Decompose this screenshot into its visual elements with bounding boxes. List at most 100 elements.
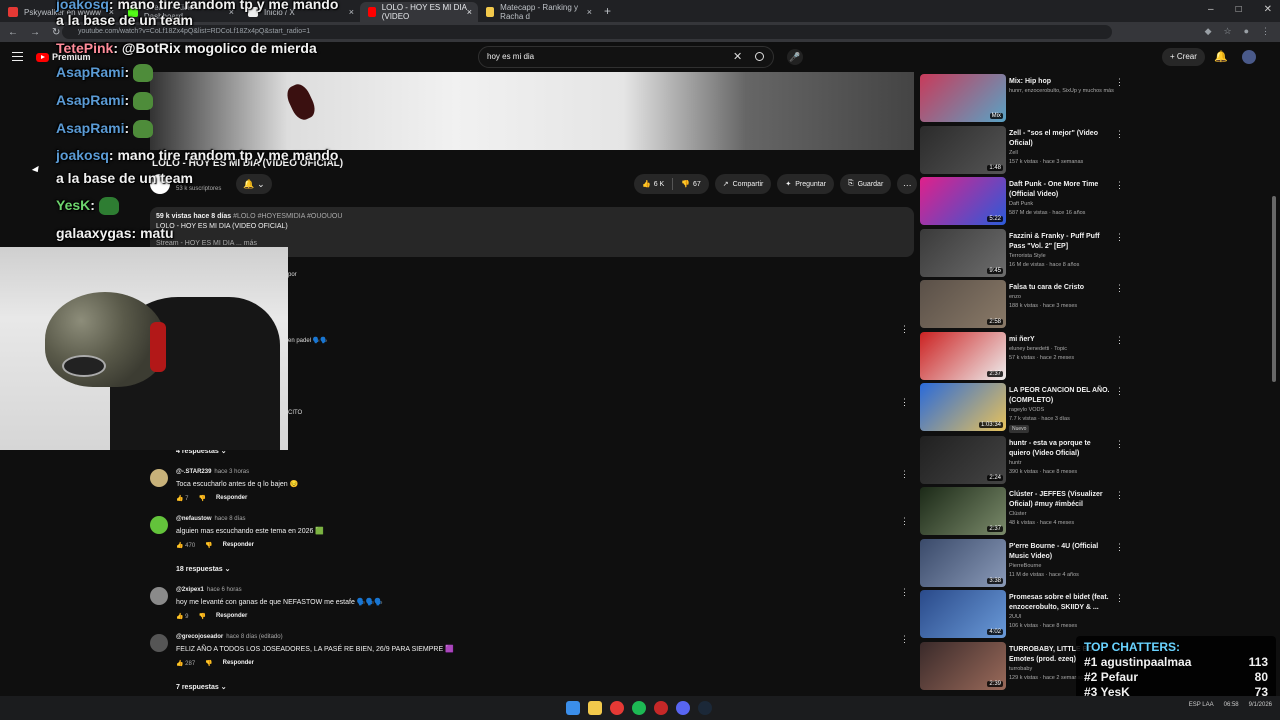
video-thumbnail[interactable]: 2:58 xyxy=(920,280,1006,328)
search-input[interactable]: hoy es mi dia xyxy=(487,52,534,61)
recommended-video[interactable]: 1:03:34 LA PEOR CANCION DEL AÑO. (COMPLET… xyxy=(920,383,1130,433)
search-icon[interactable] xyxy=(755,52,764,61)
video-menu-icon[interactable]: ⋮ xyxy=(1115,232,1124,243)
recommended-video[interactable]: 5:22 Daft Punk - One More Time (Official … xyxy=(920,177,1130,227)
clock-time[interactable]: 06:58 xyxy=(1224,702,1239,708)
video-menu-icon[interactable]: ⋮ xyxy=(1115,335,1124,346)
commenter-avatar[interactable] xyxy=(150,587,168,605)
reply-button[interactable]: Responder xyxy=(216,495,247,502)
comment-dislike-button[interactable]: 👎 xyxy=(205,660,212,667)
video-thumbnail[interactable]: 3:38 xyxy=(920,539,1006,587)
video-menu-icon[interactable]: ⋮ xyxy=(1115,283,1124,294)
video-menu-icon[interactable]: ⋮ xyxy=(1115,77,1124,88)
page-scrollbar[interactable] xyxy=(1272,196,1276,382)
comment-menu-icon[interactable]: ⋮ xyxy=(900,516,909,527)
search-box[interactable]: hoy es mi dia ✕ xyxy=(478,46,774,68)
channel-name[interactable]: Zell xyxy=(1009,150,1018,156)
video-thumbnail[interactable]: 5:22 xyxy=(920,177,1006,225)
browser-tab-active[interactable]: LOLO - HOY ES MI DIA (VIDEO × xyxy=(360,2,478,22)
recommended-video[interactable]: 2:24 huntr - esta va porque te quiero (Vi… xyxy=(920,436,1130,486)
chrome-icon[interactable] xyxy=(610,701,624,715)
extension-icon[interactable]: ◆ xyxy=(1205,26,1212,37)
channel-name[interactable]: huntr xyxy=(1009,460,1022,466)
hashtags[interactable]: #LOLO #HOYESMIDIA #OUOUOU xyxy=(233,213,342,220)
video-thumbnail[interactable]: Mix xyxy=(920,74,1006,122)
discord-icon[interactable] xyxy=(676,701,690,715)
comment-like-button[interactable]: 👍 7 xyxy=(176,495,188,502)
channel-name[interactable]: rageylo VODS xyxy=(1009,407,1044,413)
comment-dislike-button[interactable]: 👎 xyxy=(205,542,212,549)
comment-author[interactable]: @-.STAR239 xyxy=(176,469,211,475)
comment-like-button[interactable]: 👍 287 xyxy=(176,660,195,667)
recommended-video[interactable]: Mix Mix: Hip hop hunrr, enzocerobulto, Six… xyxy=(920,74,1130,124)
video-title[interactable]: Mix: Hip hop xyxy=(1009,77,1111,87)
clock-date[interactable]: 9/1/2026 xyxy=(1249,702,1272,708)
video-title[interactable]: P'erre Bourne - 4U (Official Music Video… xyxy=(1009,542,1111,562)
recommended-video[interactable]: 1:48 Zell - "sos el mejor" (Video Oficial… xyxy=(920,126,1130,176)
more-options-button[interactable]: … xyxy=(897,174,918,194)
video-thumbnail[interactable]: 2:37 xyxy=(920,332,1006,380)
comment-menu-icon[interactable]: ⋮ xyxy=(900,397,909,408)
video-thumbnail[interactable]: 2:39 xyxy=(920,642,1006,690)
browser-tab[interactable]: Matecapp - Ranking y Racha d × xyxy=(478,2,598,22)
reply-button[interactable]: Responder xyxy=(223,542,254,549)
comment-author[interactable]: @nefaustow xyxy=(176,516,212,522)
forward-icon[interactable]: → xyxy=(30,27,40,38)
video-thumbnail[interactable]: 2:37 xyxy=(920,487,1006,535)
back-icon[interactable]: ← xyxy=(8,27,18,38)
comment-dislike-button[interactable]: 👎 xyxy=(198,613,205,620)
clear-search-icon[interactable]: ✕ xyxy=(733,50,742,63)
chrome-profile-icon[interactable] xyxy=(654,701,668,715)
minimize-icon[interactable]: – xyxy=(1208,4,1214,15)
profile-icon[interactable]: ● xyxy=(1244,26,1249,37)
video-title[interactable]: LA PEOR CANCION DEL AÑO. (COMPLETO) xyxy=(1009,386,1111,406)
microphone-icon[interactable]: 🎤 xyxy=(787,49,803,65)
notifications-bell-icon[interactable]: 🔔 xyxy=(1214,50,1228,63)
recommended-video[interactable]: 2:37 Clúster - JEFFES (Visualizer Oficial… xyxy=(920,487,1130,537)
comment-menu-icon[interactable]: ⋮ xyxy=(900,469,909,480)
video-title[interactable]: mi ñerY xyxy=(1009,335,1111,345)
channel-name[interactable]: PierreBourne xyxy=(1009,563,1041,569)
video-thumbnail[interactable]: 4:02 xyxy=(920,590,1006,638)
account-avatar[interactable] xyxy=(1242,50,1256,64)
video-title[interactable]: Promesas sobre el bidet (feat. enzocerob… xyxy=(1009,593,1111,613)
comment-author[interactable]: @2xipex1 xyxy=(176,587,204,593)
channel-name[interactable]: enzo xyxy=(1009,294,1021,300)
close-icon[interactable]: × xyxy=(349,7,354,17)
create-button[interactable]: + Crear xyxy=(1162,48,1205,66)
video-title[interactable]: Zell - "sos el mejor" (Video Oficial) xyxy=(1009,129,1111,149)
file-explorer-icon[interactable] xyxy=(588,701,602,715)
comment-dislike-button[interactable]: 👎 xyxy=(198,495,205,502)
replies-toggle[interactable]: 18 respuestas ⌄ xyxy=(176,565,231,573)
windows-start-icon[interactable] xyxy=(566,701,580,715)
ask-button[interactable]: ✦ Preguntar xyxy=(777,174,834,194)
video-menu-icon[interactable]: ⋮ xyxy=(1115,439,1124,450)
steam-icon[interactable] xyxy=(698,701,712,715)
dislike-button[interactable]: 👎 67 xyxy=(673,174,709,194)
video-title[interactable]: Daft Punk - One More Time (Official Vide… xyxy=(1009,180,1111,200)
video-menu-icon[interactable]: ⋮ xyxy=(1115,490,1124,501)
reply-button[interactable]: Responder xyxy=(223,660,254,667)
comment-menu-icon[interactable]: ⋮ xyxy=(900,587,909,598)
bookmark-icon[interactable]: ☆ xyxy=(1223,26,1231,37)
close-window-icon[interactable]: ✕ xyxy=(1264,4,1272,15)
close-icon[interactable]: × xyxy=(587,7,592,17)
maximize-icon[interactable]: □ xyxy=(1236,4,1242,15)
subscription-bell-button[interactable]: 🔔 ⌄ xyxy=(236,174,272,194)
channel-name[interactable]: hunrr, enzocerobulto, SixUp y muchos más xyxy=(1009,88,1114,94)
video-title[interactable]: huntr - esta va porque te quiero (Video … xyxy=(1009,439,1111,459)
save-button[interactable]: ⎘ Guardar xyxy=(839,174,892,194)
video-title[interactable]: Fazzini & Franky - Puff Puff Pass "Vol. … xyxy=(1009,232,1111,252)
video-menu-icon[interactable]: ⋮ xyxy=(1115,129,1124,140)
video-thumbnail[interactable]: 1:03:34 xyxy=(920,383,1006,431)
channel-name[interactable]: turrobaby xyxy=(1009,666,1032,672)
video-title[interactable]: Clúster - JEFFES (Visualizer Oficial) #m… xyxy=(1009,490,1111,510)
video-menu-icon[interactable]: ⋮ xyxy=(1115,386,1124,397)
description-more[interactable]: Stream - HOY ES MI DIA ... más xyxy=(156,240,908,247)
close-icon[interactable]: × xyxy=(467,7,472,17)
like-button[interactable]: 👍 6 K xyxy=(634,174,672,194)
commenter-avatar[interactable] xyxy=(150,516,168,534)
reload-icon[interactable]: ↻ xyxy=(52,27,60,38)
video-thumbnail[interactable]: 2:24 xyxy=(920,436,1006,484)
recommended-video[interactable]: 2:37 mi ñerY eluney benedetti · Topic 57 k … xyxy=(920,332,1130,382)
